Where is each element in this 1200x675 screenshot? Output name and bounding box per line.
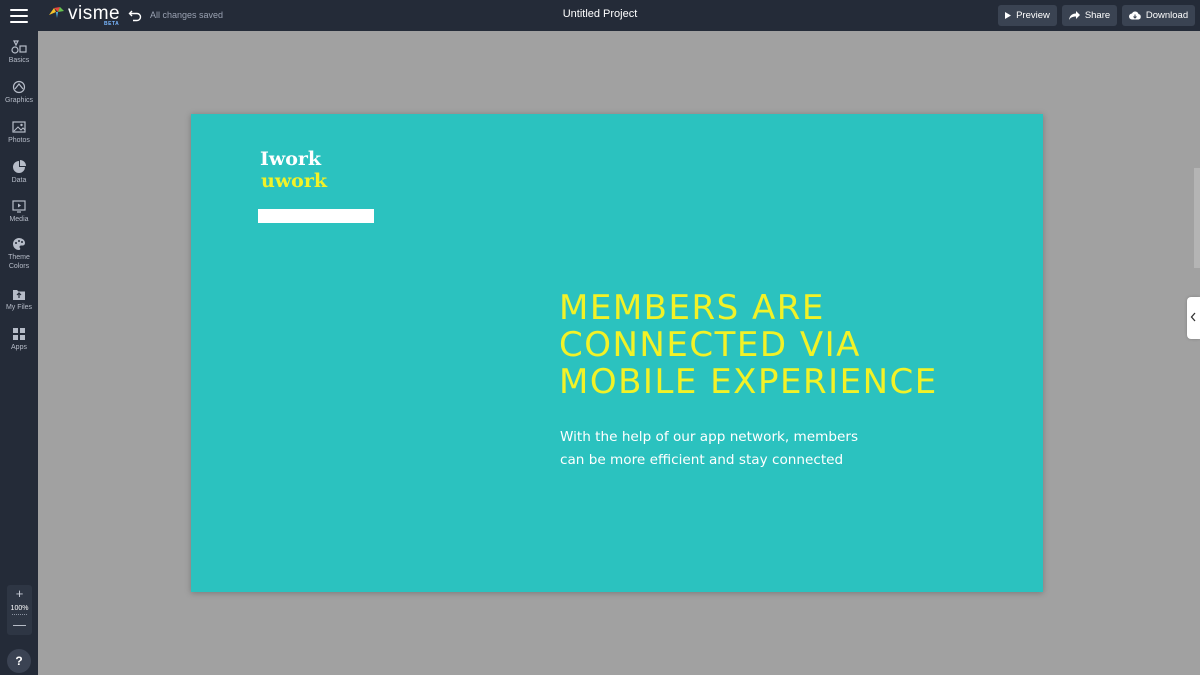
palette-icon xyxy=(13,238,26,250)
sidebar-item-theme-colors[interactable]: Theme Colors xyxy=(0,237,38,271)
play-icon xyxy=(1005,12,1012,19)
left-sidebar: Basics Graphics Photos Data Media Theme … xyxy=(0,31,38,675)
headline-line-1: MEMBERS ARE xyxy=(559,288,825,328)
help-button[interactable]: ? xyxy=(7,649,31,673)
save-status: All changes saved xyxy=(150,10,224,20)
sidebar-item-basics[interactable]: Basics xyxy=(0,40,38,65)
menu-icon[interactable] xyxy=(10,9,28,23)
media-icon xyxy=(12,200,26,213)
sidebar-item-label: Basics xyxy=(8,57,30,64)
beta-badge: BETA xyxy=(104,21,120,27)
zoom-level: 100% xyxy=(10,605,29,612)
white-bar-shape[interactable] xyxy=(258,209,374,223)
sidebar-item-data[interactable]: Data xyxy=(0,160,38,185)
brand-line-2[interactable]: uwork xyxy=(261,170,327,192)
data-icon xyxy=(13,160,26,173)
download-label: Download xyxy=(1145,10,1189,21)
zoom-divider xyxy=(12,614,27,615)
sidebar-item-label: Photos xyxy=(8,137,30,144)
zoom-control: + 100% — xyxy=(7,585,32,635)
subtext-line-2: can be more efficient and stay connected xyxy=(560,452,844,468)
sidebar-item-label: Apps xyxy=(11,344,27,351)
collapse-panel-tab[interactable] xyxy=(1187,297,1200,339)
headline-line-3: MOBILE EXPERIENCE xyxy=(559,362,938,402)
sidebar-item-label: Colors xyxy=(8,263,30,270)
chevron-left-icon xyxy=(1190,312,1196,322)
share-arrow-icon xyxy=(1068,11,1080,20)
sidebar-item-media[interactable]: Media xyxy=(0,199,38,224)
share-button[interactable]: Share xyxy=(1062,5,1117,26)
sidebar-item-my-files[interactable]: My Files xyxy=(0,287,38,312)
sidebar-item-label: Data xyxy=(11,177,27,184)
sidebar-item-label: Graphics xyxy=(4,97,33,104)
sidebar-item-graphics[interactable]: Graphics xyxy=(0,80,38,105)
undo-icon[interactable] xyxy=(128,8,143,23)
share-label: Share xyxy=(1084,10,1111,21)
my-files-icon xyxy=(13,290,25,300)
sidebar-item-label: Theme xyxy=(8,254,30,261)
apps-icon xyxy=(13,328,25,340)
sidebar-item-photos[interactable]: Photos xyxy=(0,120,38,145)
preview-label: Preview xyxy=(1016,10,1050,21)
right-scrollbar[interactable] xyxy=(1194,168,1200,268)
sidebar-item-label: Media xyxy=(9,216,29,223)
top-bar: visme BETA All changes saved Untitled Pr… xyxy=(0,0,1200,31)
sidebar-item-apps[interactable]: Apps xyxy=(0,327,38,352)
slide-subtext[interactable]: With the help of our app network, member… xyxy=(560,426,880,472)
photos-icon xyxy=(12,121,26,133)
zoom-in-button[interactable]: + xyxy=(7,586,32,601)
sidebar-item-label: My Files xyxy=(5,304,33,311)
cloud-download-icon xyxy=(1128,11,1141,20)
slide-canvas[interactable]: Iwork uwork MEMBERS ARE CONNECTED VIA MO… xyxy=(191,114,1043,592)
zoom-out-button[interactable]: — xyxy=(7,617,32,632)
download-button[interactable]: Download xyxy=(1122,5,1195,26)
slide-headline[interactable]: MEMBERS ARE CONNECTED VIA MOBILE EXPERIE… xyxy=(559,290,979,401)
visme-logo-mark-icon xyxy=(49,7,64,18)
preview-button[interactable]: Preview xyxy=(998,5,1057,26)
brand-line-1[interactable]: Iwork xyxy=(260,148,321,170)
graphics-icon xyxy=(12,80,26,94)
basics-icon xyxy=(11,40,27,54)
project-title[interactable]: Untitled Project xyxy=(563,8,638,20)
headline-line-2: CONNECTED VIA xyxy=(559,325,861,365)
subtext-line-1: With the help of our app network, member… xyxy=(560,429,859,445)
